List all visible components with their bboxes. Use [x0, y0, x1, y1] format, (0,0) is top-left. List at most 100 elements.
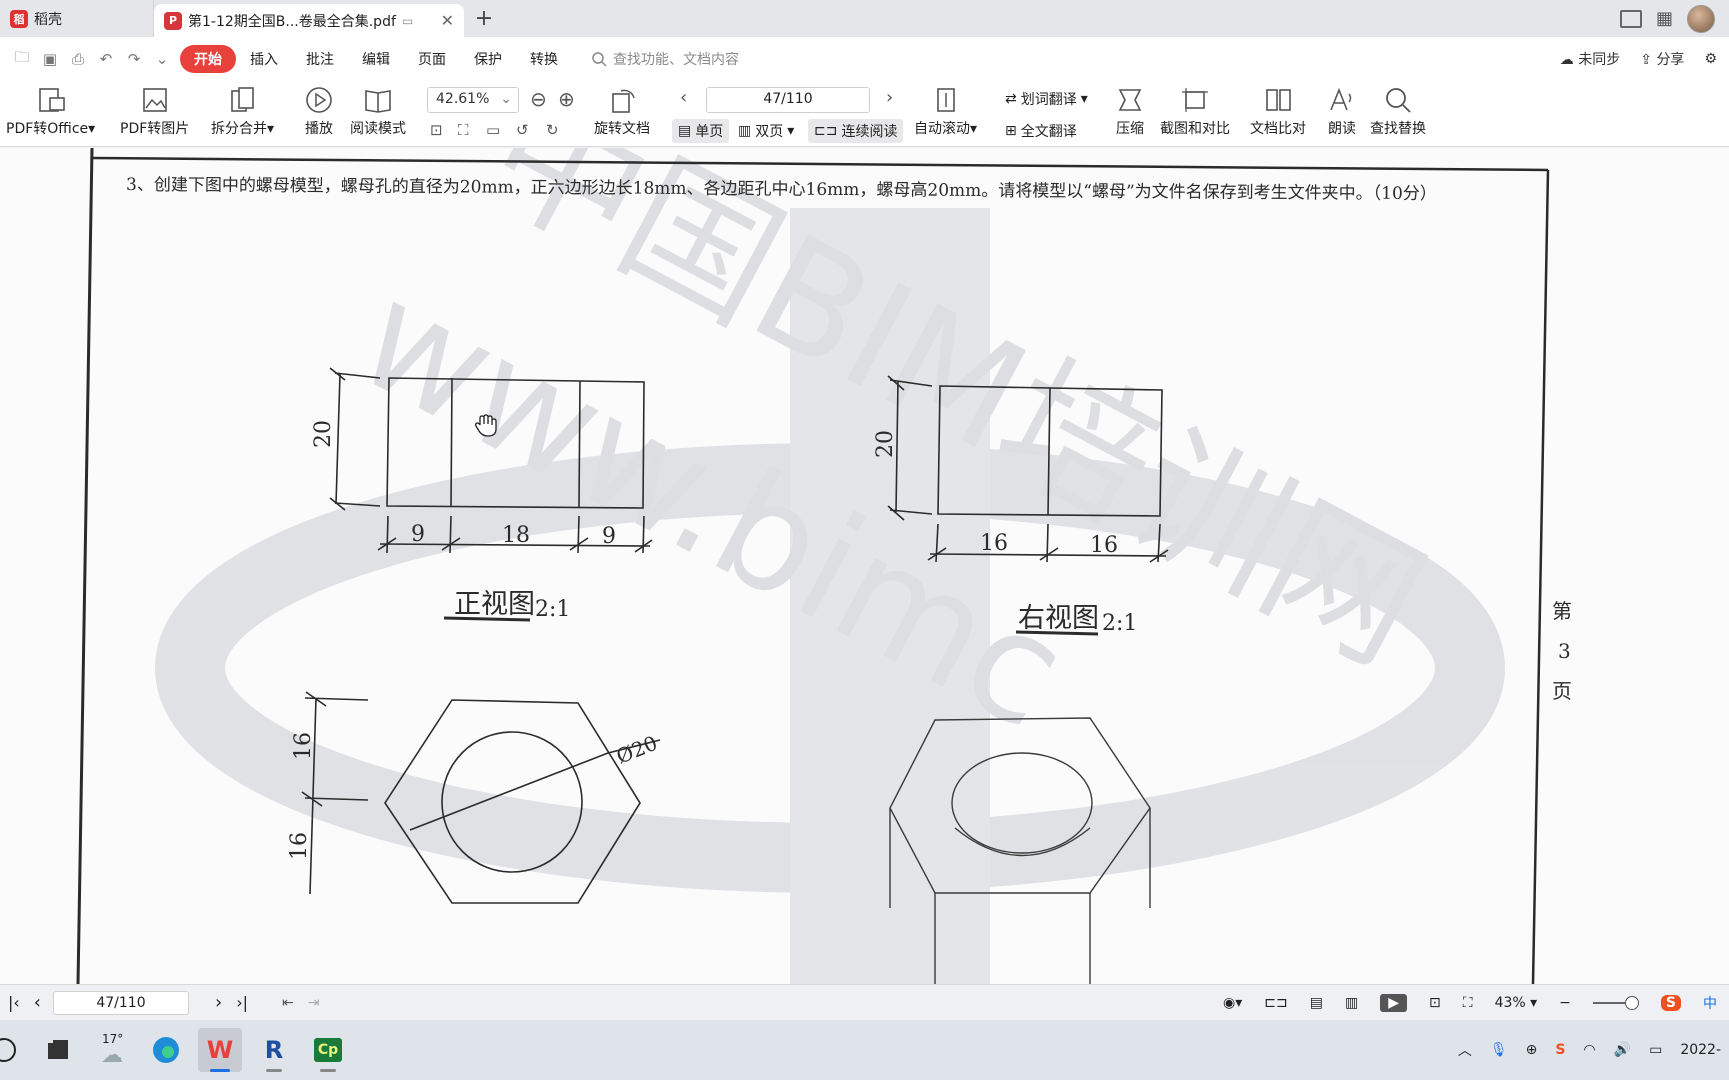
last-page-icon[interactable]: ›|	[236, 993, 248, 1012]
fit-page-icon[interactable]: ⛶	[458, 121, 469, 139]
volume-icon[interactable]: 🔊	[1614, 1042, 1631, 1058]
play-slideshow-icon[interactable]: ▶	[1380, 993, 1408, 1012]
full-translate-label: 全文翻译	[1020, 124, 1077, 140]
undo-icon[interactable]: ↶	[96, 50, 116, 68]
sogou-tray-icon[interactable]: S	[1555, 1042, 1565, 1058]
battery-icon[interactable]: ▭	[1649, 1042, 1662, 1058]
double-page-button[interactable]: ▥ 双页 ▾	[738, 121, 794, 141]
menu-convert[interactable]: 转换	[516, 49, 572, 69]
document-viewport[interactable]: 中国BIM培训网 www.bimc 3、创建下图中的螺母模型，螺母孔的直径为20…	[0, 148, 1729, 984]
revit-app-icon[interactable]: R	[252, 1028, 296, 1072]
print-icon[interactable]: ⎙	[68, 50, 88, 68]
avatar[interactable]	[1687, 4, 1715, 33]
auto-scroll-icon	[929, 85, 963, 115]
auto-scroll-button[interactable]: 自动滚动▾	[914, 85, 977, 138]
search-icon	[1381, 85, 1415, 115]
ime-mode-label[interactable]: 中	[1703, 993, 1717, 1013]
split-merge-label: 拆分合并	[211, 121, 267, 137]
search-input[interactable]: 查找功能、文档内容	[592, 49, 739, 69]
status-zoom[interactable]: 43% ▾	[1495, 995, 1538, 1011]
settings-icon[interactable]: ⚙	[1704, 51, 1717, 67]
page-number-input[interactable]: 47/110	[706, 87, 870, 113]
read-mode-button[interactable]: 阅读模式	[350, 85, 406, 138]
tab-home[interactable]: 稻 稻壳	[0, 0, 154, 37]
translate-icon: ⇄	[1005, 91, 1017, 107]
continuous-read-button[interactable]: ⊏⊐ 连续阅读	[808, 119, 904, 143]
new-tab-button[interactable]: +	[464, 0, 504, 37]
wifi-icon[interactable]: ◠	[1583, 1042, 1595, 1058]
task-view-icon[interactable]	[36, 1028, 80, 1072]
front-view-scale: 2:1	[535, 597, 570, 622]
menu-page[interactable]: 页面	[404, 49, 460, 69]
edge-browser-icon[interactable]	[144, 1028, 188, 1072]
grid-icon[interactable]: ▦	[1656, 8, 1673, 29]
zoom-out-button[interactable]: −	[1559, 995, 1571, 1011]
zoom-slider-handle[interactable]	[1624, 995, 1639, 1010]
eye-protection-icon[interactable]: ◉▾	[1223, 995, 1242, 1011]
clock-date[interactable]: 2022-	[1680, 1042, 1721, 1058]
zoom-slider[interactable]	[1592, 995, 1639, 1010]
screen-icon[interactable]: ▭	[402, 14, 413, 28]
close-tab-icon[interactable]: ✕	[441, 11, 454, 30]
open-folder-icon[interactable]: 🗀	[12, 48, 32, 68]
actual-size-icon[interactable]: ⊡	[430, 121, 443, 139]
microphone-icon[interactable]: 🎙	[1490, 1042, 1508, 1058]
first-page-icon[interactable]: |‹	[8, 993, 20, 1012]
menu-insert[interactable]: 插入	[236, 49, 292, 69]
read-aloud-button[interactable]: 朗读	[1325, 85, 1359, 138]
menu-protect[interactable]: 保护	[460, 49, 516, 69]
single-page-view-icon[interactable]: ▤	[1310, 995, 1323, 1011]
status-page-input[interactable]: 47/110	[53, 990, 189, 1015]
single-page-button[interactable]: ▤ 单页	[672, 119, 730, 143]
fit-page-icon[interactable]: ⛶	[1463, 995, 1473, 1011]
prev-page-icon[interactable]: ‹	[680, 87, 687, 108]
save-icon[interactable]: ▣	[40, 50, 60, 68]
tab-document[interactable]: P 第1-12期全国B...卷最全合集.pdf ▭ ✕	[154, 4, 464, 37]
actual-size-icon[interactable]: ⊡	[1429, 995, 1441, 1011]
sync-button[interactable]: ☁ 未同步	[1560, 49, 1620, 69]
weather-widget[interactable]: 17° ☁	[90, 1028, 134, 1072]
menu-edit[interactable]: 编辑	[348, 49, 404, 69]
redo-icon[interactable]: ↷	[124, 50, 144, 68]
zoom-select[interactable]: 42.61% ⌄	[427, 87, 519, 113]
status-bar: |‹ ‹ 47/110 › ›| ⇤ ⇥ ◉▾ ⊏⊐ ▤ ▥ ▶ ⊡ ⛶ 43%…	[0, 984, 1729, 1020]
wps-app-icon[interactable]: W	[198, 1028, 242, 1072]
chevron-up-icon[interactable]: ︿	[1458, 1040, 1472, 1060]
forward-icon[interactable]: ⇥	[308, 995, 320, 1011]
doc-compare-button[interactable]: 文档比对	[1250, 85, 1306, 138]
share-button[interactable]: ⇪ 分享	[1640, 49, 1684, 69]
split-merge-button[interactable]: 拆分合并▾	[211, 85, 274, 138]
status-zoom-value: 43%	[1494, 994, 1526, 1011]
rotate-right-icon[interactable]: ↻	[546, 121, 559, 139]
search-circle-icon[interactable]	[0, 1028, 26, 1072]
compress-button[interactable]: 压缩	[1113, 85, 1147, 138]
rotate-left-icon[interactable]: ↺	[516, 121, 529, 139]
find-replace-button[interactable]: 查找替换	[1370, 85, 1426, 138]
running-indicator	[320, 1069, 336, 1072]
prev-page-icon[interactable]: ‹	[34, 992, 41, 1013]
menu-annotate[interactable]: 批注	[292, 49, 348, 69]
pdf-to-office-button[interactable]: PDF转Office▾	[6, 85, 95, 138]
sogou-ime-icon[interactable]: S	[1660, 994, 1681, 1011]
menu-start[interactable]: 开始	[180, 45, 236, 73]
next-page-icon[interactable]: ›	[886, 87, 893, 108]
zoom-in-icon[interactable]: ⊕	[558, 87, 575, 111]
play-button[interactable]: 播放	[302, 85, 336, 138]
play-icon	[302, 85, 336, 115]
layout-icon[interactable]	[1619, 9, 1642, 28]
ime-icon[interactable]: ⊕	[1526, 1042, 1538, 1058]
next-page-icon[interactable]: ›	[215, 992, 222, 1013]
back-icon[interactable]: ⇤	[282, 995, 294, 1011]
chevron-down-icon[interactable]: ⌄	[152, 50, 172, 68]
zoom-out-icon[interactable]: ⊖	[530, 87, 547, 111]
screenshot-compare-button[interactable]: 截图和对比	[1160, 85, 1230, 138]
pdf-to-image-button[interactable]: PDF转图片	[120, 85, 189, 138]
continuous-view-icon[interactable]: ⊏⊐	[1264, 995, 1287, 1011]
word-translate-button[interactable]: ⇄ 划词翻译 ▾	[1005, 89, 1088, 109]
fit-width-icon[interactable]: ▭	[486, 121, 500, 139]
rotate-doc-button[interactable]: 旋转文档	[594, 85, 650, 138]
full-translate-button[interactable]: ⊞ 全文翻译	[1005, 121, 1077, 141]
rotate-doc-label: 旋转文档	[594, 121, 650, 137]
camtasia-app-icon[interactable]: Cp	[306, 1028, 350, 1072]
double-page-view-icon[interactable]: ▥	[1345, 995, 1358, 1011]
